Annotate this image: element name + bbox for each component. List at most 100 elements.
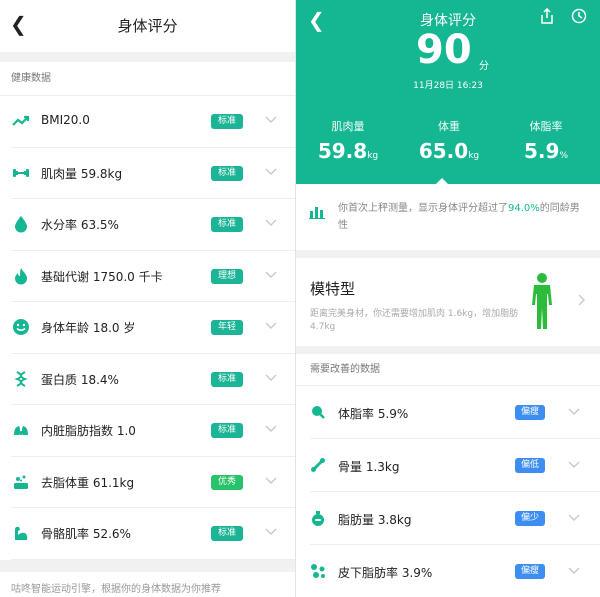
subcutaneous-fat-icon [311, 564, 325, 578]
section-label-improve: 需要改善的数据 [296, 354, 600, 386]
improve-label: 骨量 1.3kg [338, 460, 400, 474]
bar-chart-icon [309, 207, 325, 219]
stat-value-line: 5.9% [496, 139, 596, 163]
status-badge: 标准 [211, 423, 244, 438]
stat-muscle: 肌肉量 59.8kg [298, 118, 398, 163]
left-panel: ❮ 身体评分 健康数据 BMI20.0 标准 肌肉量 59.8kg 标准 水分率… [0, 0, 295, 597]
metric-row-lean-mass[interactable]: 去脂体重 61.1kg 优秀 [11, 457, 295, 508]
chevron-down-icon[interactable] [265, 528, 277, 536]
status-badge: 偏瘦 [515, 564, 546, 579]
stat-value: 65.0 [418, 139, 469, 163]
share-icon[interactable] [539, 8, 555, 24]
metric-row-body-age[interactable]: 身体年龄 18.0 岁 年轻 [11, 302, 295, 354]
divider [0, 52, 295, 62]
stat-value: 5.9 [524, 139, 560, 163]
metric-label: 基础代谢 1750.0 千卡 [41, 269, 163, 284]
comparison-text: 你首次上秤测量，显示身体评分超过了94.0%的同龄男性 [338, 200, 586, 234]
score-header: ❮ 身体评分 90 分 11月28日 16:23 肌肉量 59.8kg 体重 6… [296, 0, 600, 184]
section-label-health-data: 健康数据 [0, 62, 295, 96]
stat-value: 59.8 [317, 139, 368, 163]
page-title: 身体评分 [117, 17, 178, 35]
stat-unit: kg [367, 151, 379, 161]
chevron-down-icon[interactable] [265, 322, 277, 330]
status-badge: 标准 [211, 165, 244, 181]
status-badge: 偏少 [515, 511, 546, 526]
status-badge: 偏低 [515, 458, 546, 473]
improve-label: 脂肪量 3.8kg [338, 513, 412, 527]
divider [296, 250, 600, 258]
metric-row-protein[interactable]: 蛋白质 18.4% 标准 [11, 354, 295, 405]
chevron-right-icon[interactable] [578, 294, 586, 306]
chevron-down-icon[interactable] [265, 271, 277, 279]
chevron-down-icon[interactable] [568, 408, 580, 416]
improve-label: 体脂率 5.9% [338, 407, 409, 421]
stat-value-line: 59.8kg [298, 139, 398, 163]
metric-label: BMI20.0 [41, 113, 90, 127]
chevron-down-icon[interactable] [265, 116, 277, 124]
comparison-percent: 94.0% [508, 203, 540, 214]
metric-row-metabolism[interactable]: 基础代谢 1750.0 千卡 理想 [11, 251, 295, 302]
peer-comparison: 你首次上秤测量，显示身体评分超过了94.0%的同龄男性 [296, 184, 600, 250]
stat-weight: 体重 65.0kg [399, 118, 499, 163]
protein-icon [14, 370, 28, 387]
chevron-down-icon[interactable] [265, 477, 277, 485]
stat-unit: % [559, 151, 568, 161]
metric-row-muscle[interactable]: 肌肉量 59.8kg 标准 [11, 148, 295, 199]
chevron-down-icon[interactable] [568, 461, 580, 469]
improve-row-bone[interactable]: 骨量 1.3kg 偏低 [310, 439, 600, 492]
right-panel: ❮ 身体评分 90 分 11月28日 16:23 肌肉量 59.8kg 体重 6… [295, 0, 600, 597]
comparison-text-before: 你首次上秤测量，显示身体评分超过了 [338, 203, 508, 214]
visceral-icon [14, 426, 28, 435]
metric-label: 肌肉量 59.8kg [41, 166, 123, 181]
improve-row-body-fat[interactable]: 体脂率 5.9% 偏瘦 [310, 386, 600, 439]
dumbbell-icon [13, 168, 29, 177]
status-badge: 年轻 [211, 320, 244, 335]
metric-label: 内脏脂肪指数 1.0 [41, 424, 136, 438]
metric-label: 蛋白质 18.4% [41, 372, 119, 387]
chevron-down-icon[interactable] [265, 219, 277, 227]
status-badge: 理想 [211, 268, 244, 284]
chevron-down-icon[interactable] [568, 567, 580, 575]
recommendation-text: 咕咚智能运动引擎，根据你的身体数据为你推荐 [11, 583, 221, 595]
stat-label: 体重 [438, 120, 460, 133]
divider [0, 559, 295, 572]
history-clock-icon[interactable] [571, 8, 587, 24]
status-badge: 偏瘦 [515, 405, 546, 420]
flame-icon [15, 267, 27, 284]
improve-label: 皮下脂肪率 3.9% [338, 566, 433, 580]
measure-datetime: 11月28日 16:23 [413, 81, 483, 91]
metric-row-bmi[interactable]: BMI20.0 标准 [11, 96, 295, 148]
improve-row-fat-mass[interactable]: 脂肪量 3.8kg 偏少 [310, 492, 600, 545]
status-badge: 标准 [211, 114, 244, 129]
body-type-description: 距离完美身材，你还需要增加肌肉 1.6kg，增加脂肪 4.7kg [310, 309, 519, 332]
stat-value-line: 65.0kg [399, 139, 499, 163]
chevron-down-icon[interactable] [568, 514, 580, 522]
improve-row-subcutaneous-fat[interactable]: 皮下脂肪率 3.9% 偏瘦 [310, 545, 600, 597]
metric-label: 去脂体重 61.1kg [41, 475, 135, 490]
metric-row-visceral-fat[interactable]: 内脏脂肪指数 1.0 标准 [11, 405, 295, 457]
stat-label: 体脂率 [529, 120, 563, 133]
fat-mass-icon [312, 511, 324, 526]
trend-up-icon [12, 115, 30, 126]
smile-icon [13, 319, 29, 335]
metric-label: 水分率 63.5% [41, 218, 119, 232]
body-score-value: 90 [416, 27, 472, 73]
status-badge: 标准 [211, 217, 244, 232]
chevron-down-icon[interactable] [265, 425, 277, 433]
chevron-down-icon[interactable] [265, 374, 277, 382]
metric-label: 身体年龄 18.0 岁 [41, 321, 136, 335]
stat-unit: kg [468, 151, 480, 161]
lean-mass-icon [14, 475, 28, 489]
stat-label: 肌肉量 [331, 120, 365, 133]
body-type-card[interactable]: 模特型 距离完美身材，你还需要增加肌肉 1.6kg，增加脂肪 4.7kg [296, 258, 600, 346]
score-unit: 分 [479, 61, 489, 72]
water-drop-icon [15, 216, 27, 233]
chevron-down-icon[interactable] [265, 168, 277, 176]
arm-muscle-icon [15, 526, 28, 540]
status-badge: 优秀 [211, 474, 244, 490]
metric-row-skeletal-muscle[interactable]: 骨骼肌率 52.6% 标准 [11, 508, 295, 560]
metric-row-water[interactable]: 水分率 63.5% 标准 [11, 199, 295, 251]
status-badge: 标准 [211, 526, 244, 541]
stat-body-fat: 体脂率 5.9% [496, 118, 596, 163]
divider [296, 346, 600, 354]
